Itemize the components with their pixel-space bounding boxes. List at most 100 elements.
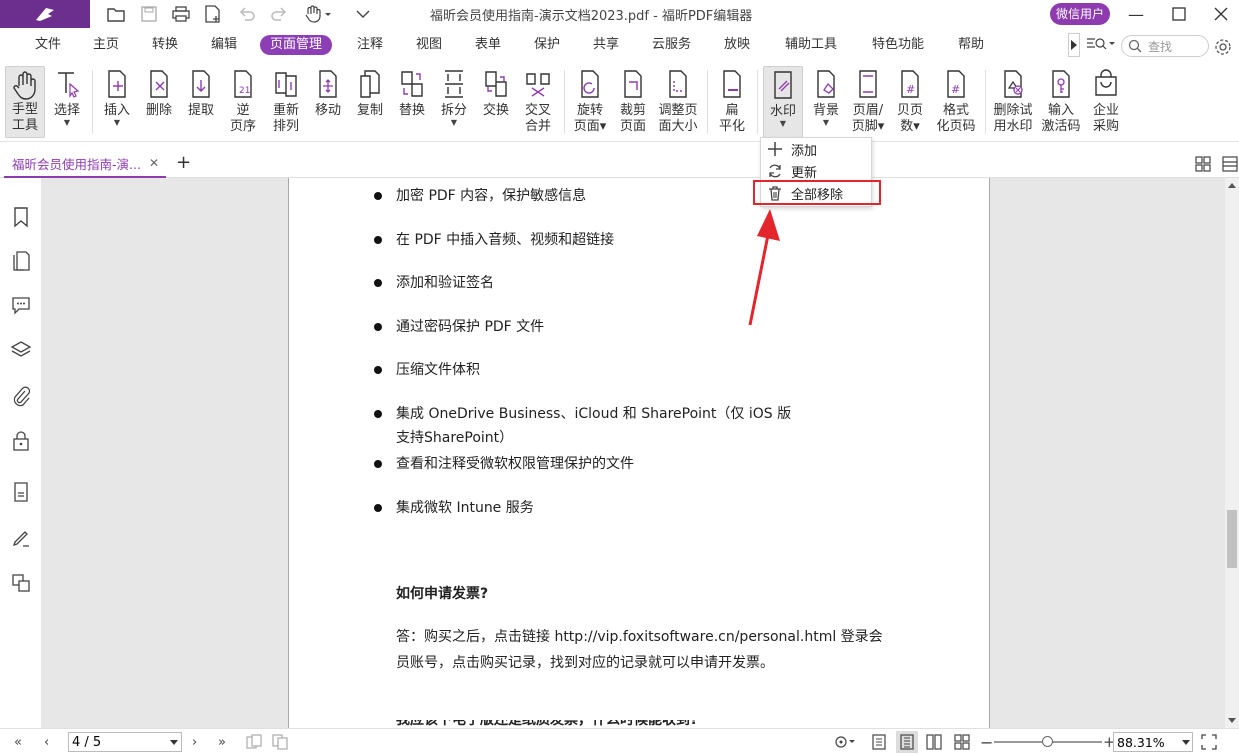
read-mode-icon[interactable] [834,735,856,749]
flatten-button[interactable]: 扁平化 [714,66,750,135]
swap-button[interactable]: 交换 [479,66,513,119]
security-lock-icon[interactable] [10,430,32,452]
next-page-icon[interactable]: › [192,733,197,751]
zoom-slider-thumb[interactable] [1042,736,1053,747]
page-number-button[interactable]: # 贝页 数▾ [893,66,927,135]
settings-icon[interactable] [1214,38,1232,60]
menu-comment[interactable]: 注释 [357,36,383,54]
last-page-icon[interactable]: » [218,733,226,751]
watermark-update-item[interactable]: 更新 [765,160,869,182]
select-label: 选择 [53,103,80,118]
zoom-out-button[interactable]: − [980,733,993,752]
menu-cloud[interactable]: 云服务 [652,36,691,54]
search-input[interactable]: 查找 [1121,35,1209,57]
copy-page-icon [360,70,380,98]
new-doc-icon[interactable] [203,4,223,24]
move-button[interactable]: 移动 [311,66,345,119]
prev-page-icon[interactable]: ‹ [44,733,49,751]
interleave-button[interactable]: 交叉 合并 [520,66,556,135]
menu-home[interactable]: 主页 [93,36,119,54]
layers-icon[interactable] [10,339,32,361]
attachment-icon[interactable] [10,385,32,407]
remove-trial-watermark-button[interactable]: 删除试 用水印 [991,66,1035,135]
hand-mode-icon[interactable] [303,4,333,24]
reverse-order-button[interactable]: 21 逆页序 [226,66,260,135]
menu-accessibility[interactable]: 辅助工具 [785,36,837,54]
redo-icon[interactable] [269,4,289,24]
watermark-add-item[interactable]: 添加 [765,138,869,160]
open-icon[interactable] [106,4,126,24]
crop-page-button[interactable]: 裁剪 页面 [615,66,651,135]
menu-protect[interactable]: 保护 [534,36,560,54]
header-footer-button[interactable]: 页眉/页脚▾ [849,66,887,135]
format-page-number-button[interactable]: # 格式 化页码 [934,66,978,135]
user-badge[interactable]: 微信用户 [1050,3,1111,25]
list-item: 集成 OneDrive Business、iCloud 和 SharePoint… [373,402,791,426]
save-icon[interactable] [139,4,159,24]
app-logo[interactable] [0,0,90,28]
signature-pen-icon[interactable] [10,527,32,549]
activation-code-button[interactable]: 输入 激活码 [1040,66,1082,135]
minimize-button[interactable]: — [1121,2,1151,26]
menu-features[interactable]: 特色功能 [872,36,924,54]
document-tab[interactable]: 福昕会员使用指南-演... ✕ [4,150,166,178]
page-dropdown-icon[interactable] [170,740,178,746]
print-icon[interactable] [171,4,191,24]
watermark-button[interactable]: 水印 ▼ [763,66,803,138]
replace-button[interactable]: 替换 [395,66,429,119]
pdf-page[interactable]: 加密 PDF 内容，保护敏感信息 在 PDF 中插入音频、视频和超链接 添加和验… [288,178,990,738]
extract-button[interactable]: 提取 [184,66,218,119]
menu-view[interactable]: 视图 [416,36,442,54]
select-tool-button[interactable]: 选择 ▼ [50,66,84,127]
compare-icon[interactable] [10,572,32,594]
hand-label-1: 手型 [11,102,38,117]
menu-convert[interactable]: 转换 [152,36,178,54]
resize-page-button[interactable]: 调整页 面大小 [656,66,700,135]
maximize-button[interactable] [1164,2,1194,26]
zoom-input[interactable] [1113,732,1193,752]
menu-file[interactable]: 文件 [35,36,61,54]
copy-button[interactable]: 复制 [353,66,387,119]
scroll-up-icon[interactable] [1228,182,1236,188]
menu-page-management[interactable]: 页面管理 [260,35,333,55]
menu-more-button[interactable] [1068,33,1080,57]
scroll-down-icon[interactable] [1228,718,1236,724]
search-mode-icon[interactable] [1086,36,1116,56]
zoom-dropdown-icon[interactable] [1182,740,1190,746]
vertical-scrollbar[interactable] [1225,178,1239,728]
two-page-icon[interactable] [926,734,942,750]
insert-button[interactable]: 插入 ▼ [100,66,134,127]
page-number-input[interactable] [68,732,182,752]
scrollbar-thumb[interactable] [1227,510,1237,568]
grid-view-icon[interactable] [1195,156,1211,176]
continuous-page-button[interactable] [896,731,918,753]
new-tab-button[interactable]: + [176,154,191,172]
rearrange-button[interactable]: 重新 排列 [268,66,304,135]
delete-button[interactable]: 删除 [142,66,176,119]
fullscreen-icon[interactable] [1201,734,1217,750]
enterprise-purchase-button[interactable]: 企业 采购 [1088,66,1124,135]
close-button[interactable] [1206,2,1236,26]
single-page-icon[interactable] [872,734,886,750]
next-view-icon[interactable] [272,734,290,750]
split-button[interactable]: 拆分 ▼ [437,66,471,127]
menu-help[interactable]: 帮助 [958,36,984,54]
two-page-continuous-icon[interactable] [954,734,970,750]
menu-share[interactable]: 共享 [593,36,619,54]
background-button[interactable]: 背景 ▼ [809,66,843,127]
panel-toggle-icon[interactable] [1222,156,1238,176]
menu-form[interactable]: 表单 [475,36,501,54]
menu-edit[interactable]: 编辑 [211,36,237,54]
undo-icon[interactable] [237,4,257,24]
document-properties-icon[interactable] [10,481,32,503]
pages-icon[interactable] [10,250,32,272]
tab-close-icon[interactable]: ✕ [149,156,159,170]
menu-present[interactable]: 放映 [724,36,750,54]
hand-tool-button[interactable]: 手型 工具 [5,66,45,138]
first-page-icon[interactable]: « [14,733,22,751]
customize-chevron-icon[interactable] [353,4,373,24]
previous-view-icon[interactable] [246,734,264,750]
rotate-page-button[interactable]: 旋转 页面▾ [571,66,609,135]
bookmark-icon[interactable] [10,206,32,228]
comments-icon[interactable] [10,294,32,316]
